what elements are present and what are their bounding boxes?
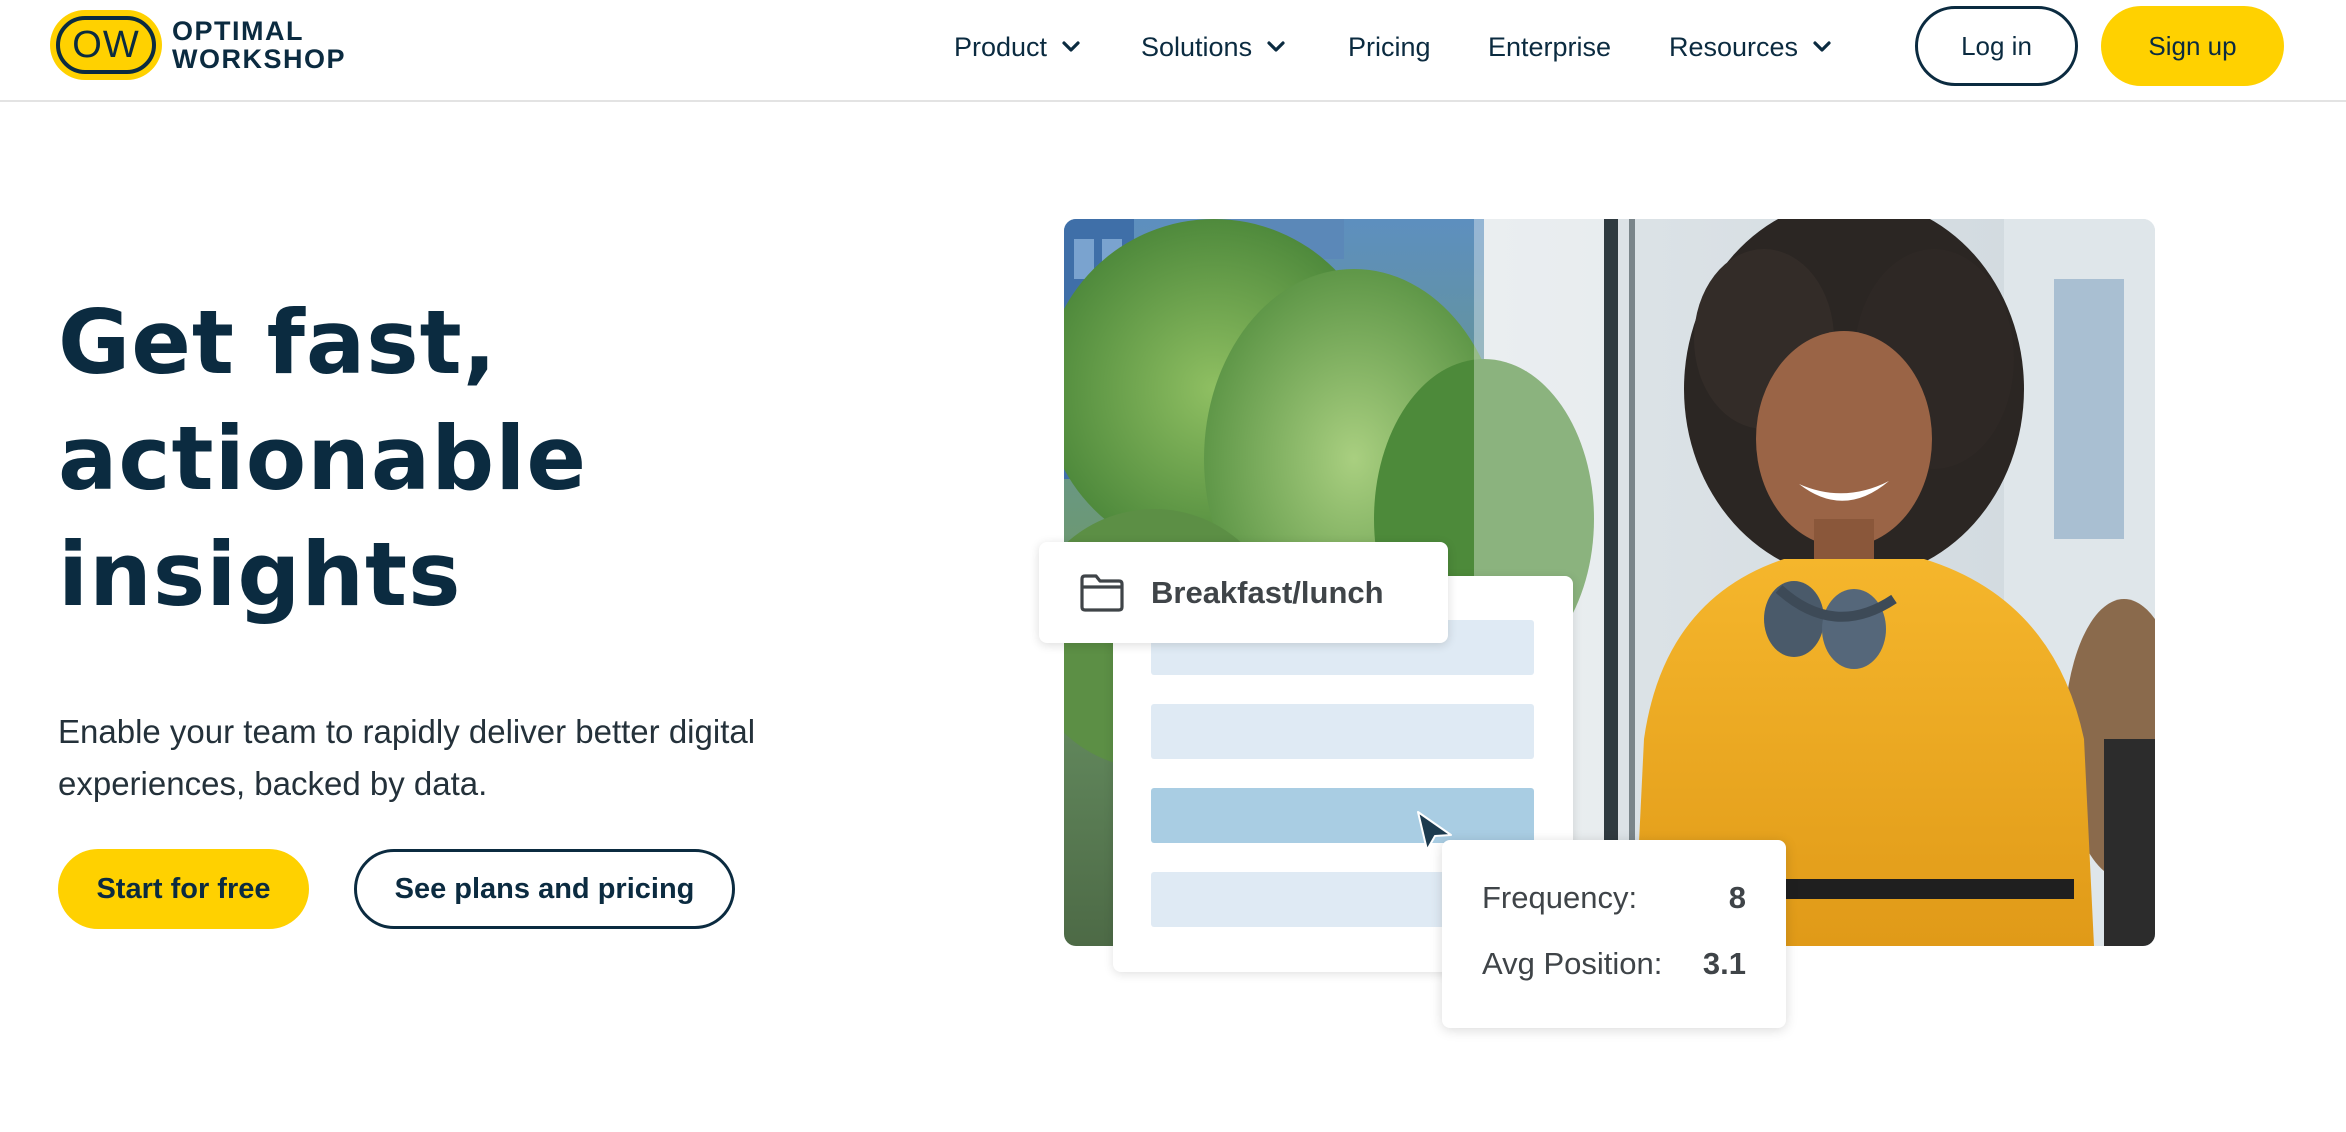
hero-title-line: Get fast, [58, 291, 498, 394]
list-row[interactable] [1151, 704, 1534, 759]
nav-item-label: Product [954, 31, 1048, 62]
chevron-down-icon [1267, 41, 1285, 52]
stat-value: 3.1 [1702, 946, 1746, 981]
list-row-active[interactable] [1151, 788, 1534, 843]
stats-card: Frequency: 8 Avg Position: 3.1 [1442, 840, 1786, 1028]
hero-title-line: actionable [58, 407, 588, 510]
folder-label: Breakfast/lunch [1151, 574, 1384, 610]
stat-frequency: Frequency: 8 [1482, 880, 1746, 916]
login-button[interactable]: Log in [1915, 6, 2078, 86]
nav-item-product[interactable]: Product [954, 24, 1081, 70]
plans-pricing-button[interactable]: See plans and pricing [354, 849, 735, 929]
logo-line-2: WORKSHOP [172, 44, 346, 74]
nav-item-resources[interactable]: Resources [1669, 24, 1832, 70]
logo-line-1: OPTIMAL [172, 16, 304, 46]
logo-badge-text: OW [72, 23, 140, 66]
stat-label: Avg Position: [1482, 946, 1663, 981]
signup-button[interactable]: Sign up [2101, 6, 2284, 86]
nav-item-label: Solutions [1141, 31, 1253, 62]
chevron-down-icon [1062, 41, 1080, 52]
nav-item-enterprise[interactable]: Enterprise [1488, 24, 1611, 70]
hero-title: Get fast, actionable insights [58, 285, 758, 633]
hero-title-line: insights [58, 523, 462, 626]
nav-item-label: Pricing [1348, 31, 1431, 62]
logo-badge: OW [50, 10, 162, 80]
folder-card[interactable]: Breakfast/lunch [1039, 542, 1448, 643]
start-free-button[interactable]: Start for free [58, 849, 309, 929]
nav-item-pricing[interactable]: Pricing [1348, 24, 1431, 70]
stat-avg-position: Avg Position: 3.1 [1482, 946, 1746, 982]
nav-item-label: Resources [1669, 31, 1799, 62]
stat-label: Frequency: [1482, 880, 1638, 915]
nav-item-label: Enterprise [1488, 31, 1612, 62]
chevron-down-icon [1813, 41, 1831, 52]
hero-subtitle: Enable your team to rapidly deliver bett… [58, 713, 756, 802]
nav-item-solutions[interactable]: Solutions [1141, 24, 1286, 70]
stat-value: 8 [1728, 880, 1746, 915]
site-header: OW OPTIMAL WORKSHOP Product Solutions Pr… [0, 0, 2346, 102]
folder-icon [1080, 573, 1124, 612]
logo-wordmark: OPTIMAL WORKSHOP [172, 17, 346, 73]
logo[interactable]: OW OPTIMAL WORKSHOP [50, 10, 346, 80]
